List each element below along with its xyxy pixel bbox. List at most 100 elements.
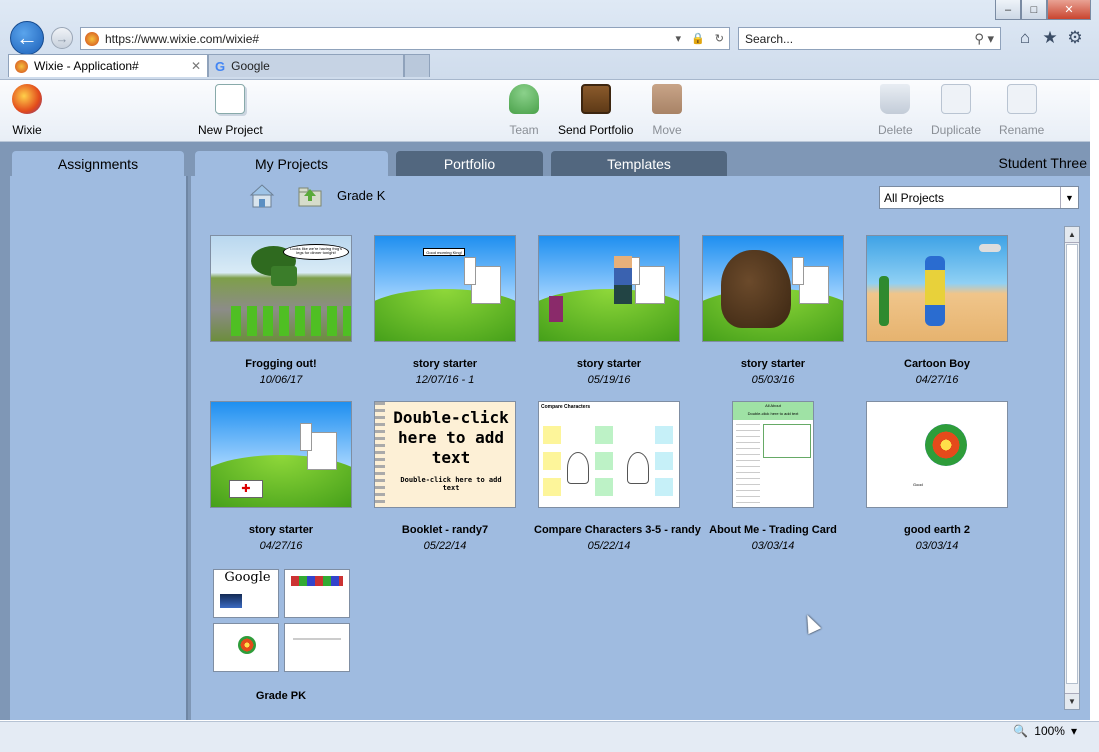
send-portfolio-button[interactable]: Send Portfolio (558, 84, 633, 137)
project-name: About Me - Trading Card (709, 524, 837, 536)
forward-arrow-icon[interactable]: → (51, 27, 73, 49)
frogs-graphic (231, 306, 351, 336)
address-url[interactable]: https://www.wixie.com/wixie# (105, 32, 671, 46)
move-briefcase-icon (652, 84, 682, 114)
sticky-notes-graphic (543, 426, 561, 504)
project-item[interactable]: Good morning King! story starter 12/07/1… (370, 235, 520, 386)
home-icon[interactable]: ⌂ (1014, 27, 1036, 49)
project-name: good earth 2 (903, 524, 970, 536)
maximize-icon[interactable]: □ (1021, 0, 1047, 20)
duplicate-label: Duplicate (931, 123, 982, 137)
zoom-magnifier-icon: 🔍 (1013, 724, 1029, 738)
project-item[interactable]: Compare Characters Compare Characters 3-… (534, 401, 701, 552)
sticky-notes-graphic (595, 426, 613, 504)
home-folder-icon[interactable] (249, 183, 275, 209)
project-thumbnail[interactable]: All About Double-click here to add text (732, 401, 814, 508)
rename-label: Rename (999, 123, 1045, 137)
project-item[interactable]: ✚ story starter 04/27/16 (206, 401, 356, 552)
close-window-icon[interactable]: ✕ (1047, 0, 1091, 20)
project-thumbnail[interactable]: ✚ (210, 401, 352, 508)
castle-graphic (464, 257, 501, 304)
new-document-icon (215, 84, 246, 114)
scroll-down-icon[interactable]: ▼ (1065, 693, 1079, 709)
project-thumbnail[interactable]: Looks like we're having frog's legs for … (210, 235, 352, 342)
google-tab-icon: G (215, 58, 226, 74)
browser-search-field[interactable]: Search... ⚲ ▾ (738, 27, 1001, 50)
projects-scrollbar[interactable]: ▲ ▼ (1064, 226, 1080, 710)
folder-thumbnail[interactable]: Google (210, 567, 352, 674)
trash-can-icon (880, 84, 911, 114)
bear-graphic (721, 250, 791, 328)
project-item[interactable]: All About Double-click here to add text … (698, 401, 848, 552)
new-tab-button[interactable] (404, 54, 430, 77)
plane-graphic (979, 244, 1001, 252)
rename-button[interactable]: Rename (999, 84, 1044, 137)
project-date: 05/22/14 (423, 540, 467, 552)
tab-portfolio[interactable]: Portfolio (396, 151, 543, 176)
chevron-down-icon[interactable]: ▾ (1071, 724, 1077, 738)
ambulance-graphic: ✚ (229, 480, 263, 498)
project-item[interactable]: story starter 05/19/16 (534, 235, 684, 386)
gear-icon[interactable]: ⚙ (1064, 27, 1086, 49)
tab-my-projects[interactable]: My Projects (195, 151, 388, 176)
delete-button[interactable]: Delete (878, 84, 913, 137)
tab-assignments[interactable]: Assignments (12, 151, 184, 176)
wixie-home-button[interactable]: Wixie (12, 84, 42, 137)
cartoon-boy-graphic (925, 256, 945, 326)
search-icon[interactable]: ⚲ ▾ (974, 31, 1000, 47)
project-thumbnail[interactable] (866, 235, 1008, 342)
folder-name: Grade PK (255, 690, 307, 702)
address-bar[interactable]: https://www.wixie.com/wixie# ▾ 🔒 ↻ (80, 27, 730, 50)
tab-wixie[interactable]: Wixie - Application# ✕ (8, 54, 208, 77)
back-arrow-icon[interactable]: ← (10, 21, 44, 55)
card-header: All About Double-click here to add text (733, 402, 813, 420)
status-bar (0, 721, 1099, 752)
project-item[interactable]: Looks like we're having frog's legs for … (206, 235, 356, 386)
delete-label: Delete (878, 123, 913, 137)
project-thumbnail[interactable] (702, 235, 844, 342)
refresh-icon[interactable]: ↻ (710, 32, 729, 45)
project-date: 04/27/16 (915, 374, 959, 386)
project-thumbnail[interactable] (538, 235, 680, 342)
chevron-down-icon[interactable]: ▼ (1060, 187, 1078, 208)
scroll-up-icon[interactable]: ▲ (1065, 227, 1079, 243)
move-button[interactable]: Move (652, 84, 682, 137)
folder-up-icon[interactable] (297, 183, 323, 209)
search-placeholder[interactable]: Search... (745, 32, 974, 46)
team-button[interactable]: Team (509, 84, 539, 137)
send-portfolio-label: Send Portfolio (558, 123, 634, 137)
project-item[interactable]: story starter 05/03/16 (698, 235, 848, 386)
tab-templates[interactable]: Templates (551, 151, 727, 176)
close-tab-icon[interactable]: ✕ (191, 59, 201, 73)
project-item[interactable]: Cartoon Boy 04/27/16 (862, 235, 1012, 386)
zoom-control[interactable]: 🔍 100% ▾ (1013, 724, 1077, 738)
project-date: 03/03/14 (751, 540, 795, 552)
project-thumbnail[interactable]: Good morning King! (374, 235, 516, 342)
duplicate-button[interactable]: Duplicate (931, 84, 981, 137)
project-date: 04/27/16 (259, 540, 303, 552)
project-item[interactable]: Double-click here to add text Double-cli… (370, 401, 520, 552)
project-item[interactable]: Good good earth 2 03/03/14 (862, 401, 1012, 552)
scroll-thumb[interactable] (1066, 244, 1078, 684)
project-thumbnail[interactable]: Compare Characters (538, 401, 680, 508)
project-thumbnail[interactable]: Good (866, 401, 1008, 508)
sticky-notes-graphic (655, 426, 673, 504)
tab-google[interactable]: G Google (208, 54, 404, 77)
project-date: 05/19/16 (587, 374, 631, 386)
earth-layers-graphic (925, 424, 967, 466)
folder-item[interactable]: Google Grade PK (206, 567, 356, 702)
mini-page: Google (213, 569, 279, 618)
dropdown-icon[interactable]: ▾ (671, 32, 687, 45)
photo-frame-graphic (763, 424, 811, 458)
new-project-button[interactable]: New Project (198, 84, 263, 137)
minimize-icon[interactable]: – (995, 0, 1021, 20)
speech-bubble: Good morning King! (423, 248, 465, 256)
character-outline-graphic (567, 452, 589, 484)
mini-page (213, 623, 279, 672)
duplicate-icon (941, 84, 972, 114)
earth-layers-graphic (238, 636, 256, 654)
move-label: Move (652, 123, 682, 137)
project-filter-select[interactable]: All Projects ▼ (879, 186, 1079, 209)
project-thumbnail[interactable]: Double-click here to add text Double-cli… (374, 401, 516, 508)
favorites-star-icon[interactable]: ★ (1039, 27, 1061, 49)
